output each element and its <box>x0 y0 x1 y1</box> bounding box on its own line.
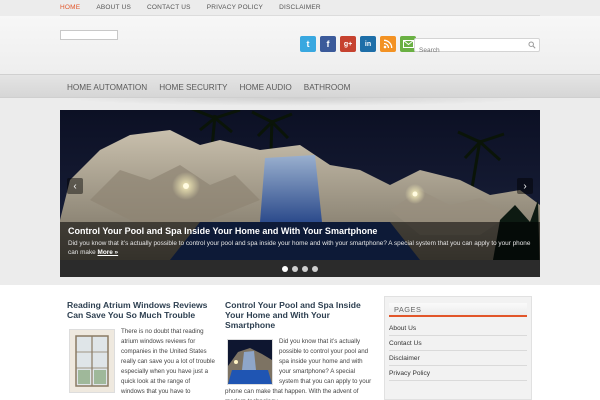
top-nav-about-us[interactable]: ABOUT US <box>96 2 131 13</box>
main-nav-home-automation[interactable]: HOME AUTOMATION <box>67 83 147 92</box>
post-thumbnail[interactable] <box>227 338 273 385</box>
linkedin-icon[interactable]: in <box>360 36 376 52</box>
slide-title[interactable]: Control Your Pool and Spa Inside Your Ho… <box>68 226 532 236</box>
slide-excerpt: Did you know that it’s actually possible… <box>68 239 532 258</box>
slider-dot-2[interactable] <box>292 265 298 272</box>
facebook-icon[interactable]: f <box>320 36 336 52</box>
slider-dot-4[interactable] <box>312 265 318 272</box>
search-box <box>414 38 540 57</box>
social-icons: t f g+ in <box>300 36 416 52</box>
top-nav-home[interactable]: HOME <box>60 2 80 13</box>
sidebar: PAGES About Us Contact Us Disclaimer Pri… <box>384 296 532 400</box>
sidebar-link-disclaimer[interactable]: Disclaimer <box>389 351 527 366</box>
top-nav: HOME ABOUT US CONTACT US PRIVACY POLICY … <box>60 0 540 16</box>
search-icon[interactable] <box>528 41 536 49</box>
pool-spa-image <box>228 339 272 384</box>
rss-glyph <box>383 39 393 49</box>
slider-dot-3[interactable] <box>302 265 308 272</box>
main-nav: HOME AUTOMATION HOME SECURITY HOME AUDIO… <box>0 74 600 98</box>
search-input[interactable] <box>415 44 523 57</box>
post-title[interactable]: Control Your Pool and Spa Inside Your Ho… <box>225 300 375 331</box>
post-card: Reading Atrium Windows Reviews Can Save … <box>67 300 215 397</box>
slider-dot-1[interactable] <box>282 265 288 272</box>
rss-icon[interactable] <box>380 36 396 52</box>
pages-list: About Us Contact Us Disclaimer Privacy P… <box>389 321 527 381</box>
sidebar-title: PAGES <box>389 303 527 317</box>
site-logo[interactable] <box>60 30 118 40</box>
atrium-window-image <box>70 329 114 392</box>
top-nav-disclaimer[interactable]: DISCLAIMER <box>279 2 321 13</box>
nav-shadow <box>60 98 540 106</box>
slider-prev-button[interactable]: ‹ <box>67 178 83 194</box>
featured-slider: ‹ › Control Your Pool and Spa Inside You… <box>60 110 540 277</box>
main-nav-home-security[interactable]: HOME SECURITY <box>159 83 227 92</box>
twitter-icon[interactable]: t <box>300 36 316 52</box>
slide-caption: Control Your Pool and Spa Inside Your Ho… <box>60 222 540 260</box>
main-nav-bathroom[interactable]: BATHROOM <box>304 83 351 92</box>
post-thumbnail[interactable] <box>69 328 115 393</box>
top-nav-contact-us[interactable]: CONTACT US <box>147 2 191 13</box>
chevron-left-icon: ‹ <box>73 180 77 192</box>
sidebar-link-contact-us[interactable]: Contact Us <box>389 336 527 351</box>
header: t f g+ in <box>0 16 600 74</box>
page: HOME ABOUT US CONTACT US PRIVACY POLICY … <box>0 0 600 400</box>
google-plus-icon[interactable]: g+ <box>340 36 356 52</box>
slide-excerpt-text: Did you know that it’s actually possible… <box>68 240 531 257</box>
chevron-right-icon: › <box>523 180 527 192</box>
sidebar-link-about-us[interactable]: About Us <box>389 321 527 336</box>
main-nav-home-audio[interactable]: HOME AUDIO <box>239 83 291 92</box>
slider-pagination <box>60 260 540 277</box>
mail-glyph <box>402 40 414 48</box>
top-nav-privacy-policy[interactable]: PRIVACY POLICY <box>207 2 263 13</box>
slider-next-button[interactable]: › <box>517 178 533 194</box>
post-title[interactable]: Reading Atrium Windows Reviews Can Save … <box>67 300 215 321</box>
slide-more-link[interactable]: More » <box>98 249 119 256</box>
post-card: Control Your Pool and Spa Inside Your Ho… <box>225 300 375 400</box>
sidebar-link-privacy-policy[interactable]: Privacy Policy <box>389 366 527 381</box>
